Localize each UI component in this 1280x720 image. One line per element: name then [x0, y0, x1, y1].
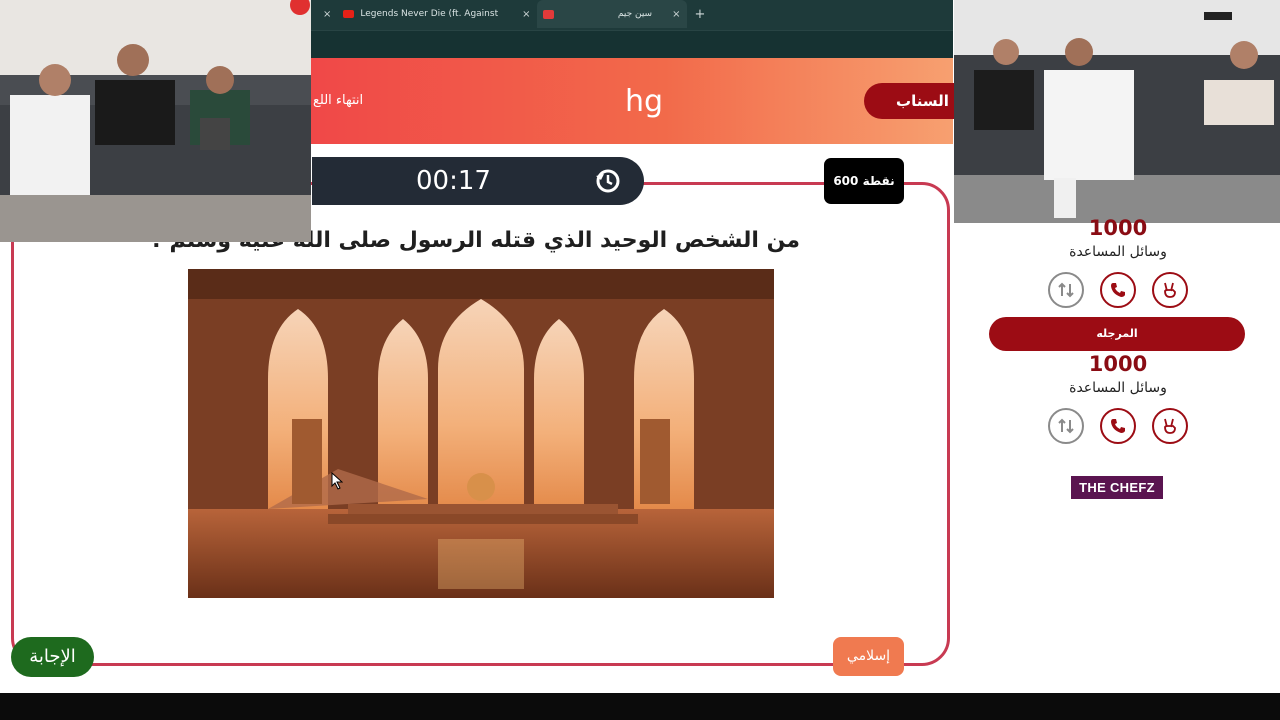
team1-score: 1000	[1088, 216, 1148, 240]
reset-timer-icon[interactable]	[594, 167, 622, 195]
mouse-cursor-icon	[331, 472, 343, 490]
current-team-name: hg	[625, 84, 664, 119]
call-aid-button[interactable]	[1100, 272, 1136, 308]
peace-hand-icon	[1164, 418, 1176, 434]
sponsor-logo: THE CHEFZ	[1071, 476, 1163, 499]
end-game-button[interactable]: انتهاء اللع	[313, 93, 363, 108]
team1-aids	[1048, 272, 1188, 308]
bottom-black-bar	[0, 693, 1280, 720]
tab-close-left[interactable]: ×	[311, 0, 337, 28]
question-image	[188, 269, 774, 598]
youtube-icon	[343, 10, 355, 18]
tab-title: Legends Never Die (ft. Against	[360, 9, 499, 19]
game-favicon-icon	[542, 9, 554, 19]
tab-title: سين جيم	[617, 9, 653, 19]
team2-name-bar: المرجله	[989, 317, 1245, 351]
swap-icon	[1058, 282, 1074, 298]
webcam-right	[954, 0, 1280, 223]
answer-button[interactable]: الإجابة	[11, 637, 94, 677]
team2-score: 1000	[1088, 352, 1148, 376]
swap-icon	[1058, 418, 1074, 434]
tab-strip: × Legends Never Die (ft. Against × سين ج…	[311, 0, 953, 28]
address-bar[interactable]	[311, 30, 953, 58]
double-aid-button[interactable]	[1152, 408, 1188, 444]
timer-value: 00:17	[416, 166, 491, 196]
phone-icon	[1111, 283, 1125, 297]
browser-chrome: × Legends Never Die (ft. Against × سين ج…	[311, 0, 953, 58]
call-aid-button[interactable]	[1100, 408, 1136, 444]
team2-aids-label: وسائل المساعدة	[1069, 380, 1167, 396]
category-badge: إسلامي	[833, 637, 904, 676]
active-team-pill: السناب	[864, 83, 964, 119]
timer-bar: 00:17	[312, 157, 644, 205]
team2-aids	[1048, 408, 1188, 444]
swap-aid-button[interactable]	[1048, 272, 1084, 308]
close-icon[interactable]: ×	[672, 9, 680, 20]
peace-hand-icon	[1164, 282, 1176, 298]
new-tab-button[interactable]: +	[695, 7, 706, 22]
close-icon[interactable]: ×	[522, 9, 530, 20]
close-icon[interactable]: ×	[323, 9, 331, 20]
tab-seen-jeem[interactable]: سين جيم ×	[536, 0, 687, 28]
tab-legends[interactable]: Legends Never Die (ft. Against ×	[337, 0, 536, 28]
webcam-left	[0, 0, 311, 242]
phone-icon	[1111, 419, 1125, 433]
double-aid-button[interactable]	[1152, 272, 1188, 308]
stream-stage: × Legends Never Die (ft. Against × سين ج…	[0, 0, 1280, 720]
points-badge: 600 نقطة	[824, 158, 904, 204]
team1-aids-label: وسائل المساعدة	[1069, 244, 1167, 260]
swap-aid-button[interactable]	[1048, 408, 1084, 444]
